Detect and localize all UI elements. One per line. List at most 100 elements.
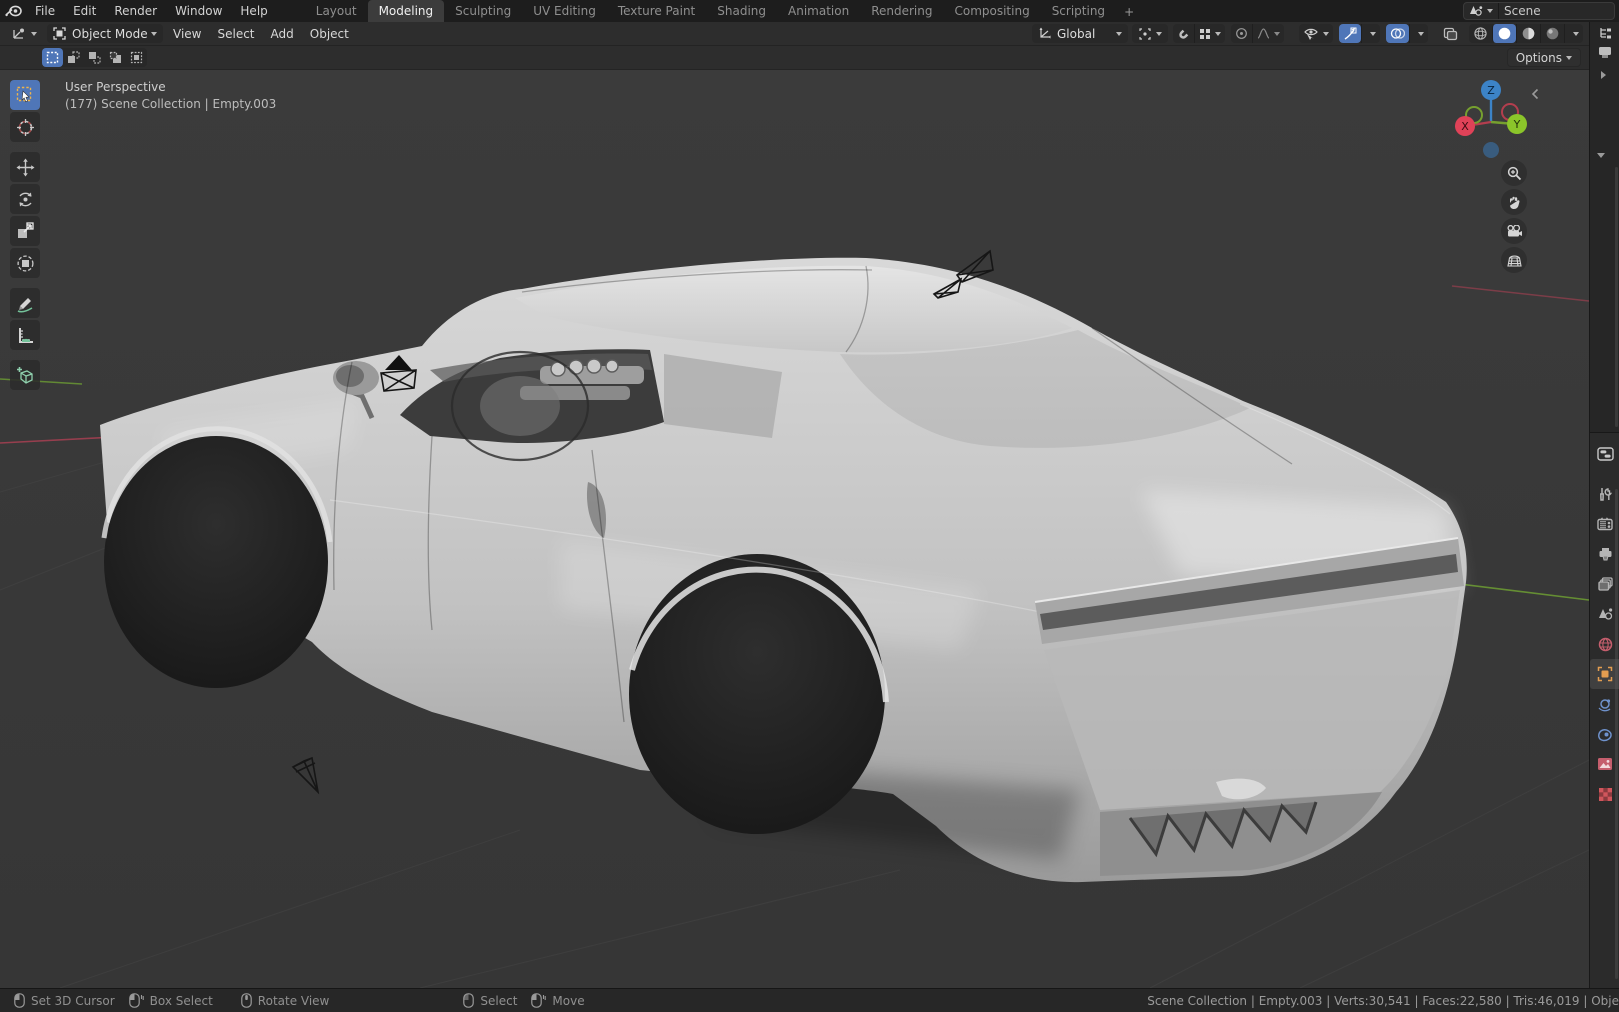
outliner-panel[interactable]: [1590, 22, 1619, 432]
tab-compositing[interactable]: Compositing: [943, 0, 1040, 22]
tab-sculpting[interactable]: Sculpting: [444, 0, 522, 22]
proportional-edit-toggle[interactable]: [1231, 24, 1252, 43]
rendered-sphere-icon: [1545, 26, 1560, 41]
gizmo-arrow-icon: [1343, 27, 1357, 41]
topbar: File Edit Render Window Help Layout Mode…: [0, 0, 1619, 22]
tab-animation[interactable]: Animation: [777, 0, 860, 22]
shading-solid-button[interactable]: [1492, 24, 1516, 43]
tool-add-cube[interactable]: [10, 360, 40, 390]
active-object-path: (177) Scene Collection | Empty.003: [65, 97, 277, 111]
selectability-visibility-dropdown[interactable]: [1299, 24, 1333, 43]
tree-expand-arrow[interactable]: [1598, 70, 1608, 80]
menu-render[interactable]: Render: [105, 0, 166, 22]
gizmo-group: [1339, 24, 1380, 43]
tab-scripting[interactable]: Scripting: [1041, 0, 1116, 22]
mode-dropdown[interactable]: Object Mode: [47, 24, 163, 43]
scene-name: Scene: [1504, 4, 1541, 18]
tool-move[interactable]: [10, 152, 40, 182]
add-workspace-button[interactable]: +: [1116, 2, 1142, 22]
navigation-gizmo[interactable]: Z X Y: [1451, 78, 1531, 158]
tool-rotate[interactable]: [10, 184, 40, 214]
properties-scrollbar[interactable]: [1615, 489, 1618, 979]
snap-toggle[interactable]: [1173, 24, 1194, 43]
ortho-toggle-button[interactable]: [1501, 247, 1527, 273]
zoom-view-button[interactable]: [1501, 160, 1527, 186]
select-invert-button[interactable]: [105, 48, 126, 67]
overlays-dropdown[interactable]: [1409, 24, 1428, 43]
outliner-editor-icon[interactable]: [1598, 26, 1613, 40]
gizmo-dropdown[interactable]: [1361, 24, 1380, 43]
car-model[interactable]: [100, 257, 1467, 883]
menu-help[interactable]: Help: [231, 0, 276, 22]
select-subtract-button[interactable]: [84, 48, 105, 67]
eye-cursor-icon: [1303, 27, 1319, 41]
shading-material-button[interactable]: [1516, 24, 1540, 43]
tab-layout[interactable]: Layout: [305, 0, 368, 22]
select-extend-button[interactable]: [63, 48, 84, 67]
hint-label: Rotate View: [257, 993, 330, 1008]
show-gizmo-toggle[interactable]: [1339, 24, 1361, 43]
tool-select-box[interactable]: [10, 80, 40, 110]
camera-view-button[interactable]: [1501, 218, 1527, 244]
menu-file[interactable]: File: [26, 0, 64, 22]
chevron-down-icon: [31, 31, 37, 36]
show-overlays-toggle[interactable]: [1386, 24, 1409, 43]
menu-object[interactable]: Object: [302, 22, 357, 46]
tool-transform[interactable]: [10, 248, 40, 278]
viewport-header: Object Mode View Select Add Object Globa…: [0, 22, 1589, 46]
chevron-down-icon: [1418, 31, 1424, 36]
properties-panel[interactable]: [1590, 432, 1619, 988]
tab-rendering[interactable]: Rendering: [860, 0, 943, 22]
chevron-down-icon: [1370, 31, 1376, 36]
falloff-dropdown[interactable]: [1252, 24, 1284, 43]
scene-name-field[interactable]: Scene: [1498, 3, 1614, 19]
transform-orientation-dropdown[interactable]: Global: [1032, 24, 1128, 43]
outliner-scrollbar[interactable]: [1615, 167, 1618, 427]
pivot-point-dropdown[interactable]: [1132, 24, 1168, 43]
tab-shading[interactable]: Shading: [706, 0, 777, 22]
tab-uv-editing[interactable]: UV Editing: [522, 0, 607, 22]
filter-icon[interactable]: [1598, 46, 1612, 59]
empty-image-4[interactable]: [291, 756, 320, 795]
menu-add[interactable]: Add: [263, 22, 302, 46]
xray-toggle[interactable]: [1437, 24, 1464, 43]
gizmo-x-axis[interactable]: X: [1455, 116, 1475, 136]
select-intersect-button[interactable]: [126, 48, 147, 67]
options-label: Options: [1515, 50, 1562, 65]
shading-rendered-button[interactable]: [1540, 24, 1564, 43]
gizmo-z-axis[interactable]: Z: [1481, 80, 1501, 100]
tool-scale[interactable]: [10, 216, 40, 246]
viewport-3d[interactable]: User Perspective (177) Scene Collection …: [0, 70, 1589, 988]
snap-to-dropdown[interactable]: [1194, 24, 1225, 43]
tree-collapse-arrow[interactable]: [1596, 150, 1606, 160]
gizmo-neg-z[interactable]: [1483, 142, 1499, 158]
gizmo-y-axis[interactable]: Y: [1507, 114, 1527, 134]
menu-edit[interactable]: Edit: [64, 0, 105, 22]
menu-select[interactable]: Select: [209, 22, 262, 46]
blender-logo-icon[interactable]: [0, 0, 26, 22]
editor-type-button[interactable]: [6, 24, 43, 43]
tab-texture-paint[interactable]: Texture Paint: [607, 0, 706, 22]
solid-sphere-icon: [1497, 26, 1512, 41]
tool-annotate[interactable]: [10, 288, 40, 318]
shading-dropdown[interactable]: [1564, 24, 1583, 43]
mouse-left-icon: [14, 993, 25, 1008]
properties-editor-icon[interactable]: [1590, 439, 1619, 469]
shading-wireframe-button[interactable]: [1469, 24, 1492, 43]
menu-window[interactable]: Window: [166, 0, 231, 22]
sidebar-collapse-arrow[interactable]: [1531, 88, 1539, 100]
scene-browse-button[interactable]: [1464, 3, 1498, 19]
hint-label: Set 3D Cursor: [31, 993, 115, 1008]
tool-settings-bar: Options: [0, 46, 1589, 70]
snap-group: [1173, 24, 1225, 43]
select-set-button[interactable]: [42, 48, 63, 67]
pan-view-button[interactable]: [1501, 189, 1527, 215]
overlays-icon: [1390, 27, 1405, 40]
tool-measure[interactable]: [10, 320, 40, 350]
mouse-middle-icon: [240, 993, 252, 1008]
tool-cursor[interactable]: [10, 112, 40, 142]
shading-group: [1469, 24, 1583, 43]
options-dropdown[interactable]: Options: [1506, 48, 1581, 67]
menu-view[interactable]: View: [165, 22, 209, 46]
tab-modeling[interactable]: Modeling: [367, 0, 445, 22]
